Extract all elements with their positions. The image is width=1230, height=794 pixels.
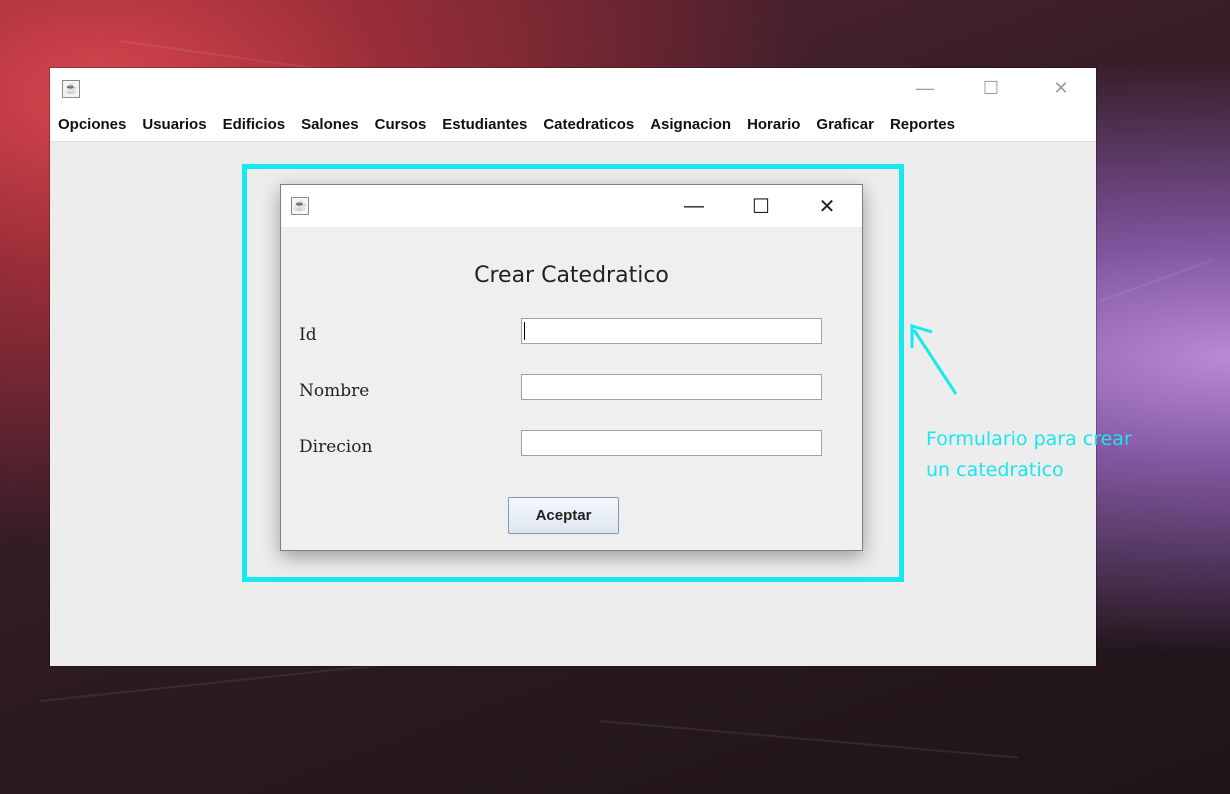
- menu-opciones[interactable]: Opciones: [58, 116, 134, 133]
- menu-bar: Opciones Usuarios Edificios Salones Curs…: [50, 108, 1096, 142]
- highlight-box: [242, 164, 904, 582]
- menu-asignacion[interactable]: Asignacion: [642, 116, 739, 133]
- main-titlebar: ☕ — ☐ ✕: [50, 68, 1096, 108]
- pointer-arrow-icon: [910, 323, 958, 395]
- menu-salones[interactable]: Salones: [293, 116, 367, 133]
- menu-reportes[interactable]: Reportes: [882, 116, 963, 133]
- menu-cursos[interactable]: Cursos: [367, 116, 435, 133]
- annotation-text: Formulario para crear un catedratico: [926, 424, 1166, 486]
- maximize-button[interactable]: ☐: [968, 68, 1014, 108]
- minimize-button[interactable]: —: [902, 68, 948, 108]
- close-button[interactable]: ✕: [1038, 68, 1084, 108]
- annotation-line-2: un catedratico: [926, 459, 1064, 481]
- menu-catedraticos[interactable]: Catedraticos: [535, 116, 642, 133]
- menu-edificios[interactable]: Edificios: [215, 116, 294, 133]
- menu-usuarios[interactable]: Usuarios: [134, 116, 214, 133]
- menu-horario[interactable]: Horario: [739, 116, 808, 133]
- annotation-line-1: Formulario para crear: [926, 428, 1132, 450]
- menu-estudiantes[interactable]: Estudiantes: [434, 116, 535, 133]
- menu-graficar[interactable]: Graficar: [808, 116, 882, 133]
- java-icon: ☕: [62, 80, 80, 98]
